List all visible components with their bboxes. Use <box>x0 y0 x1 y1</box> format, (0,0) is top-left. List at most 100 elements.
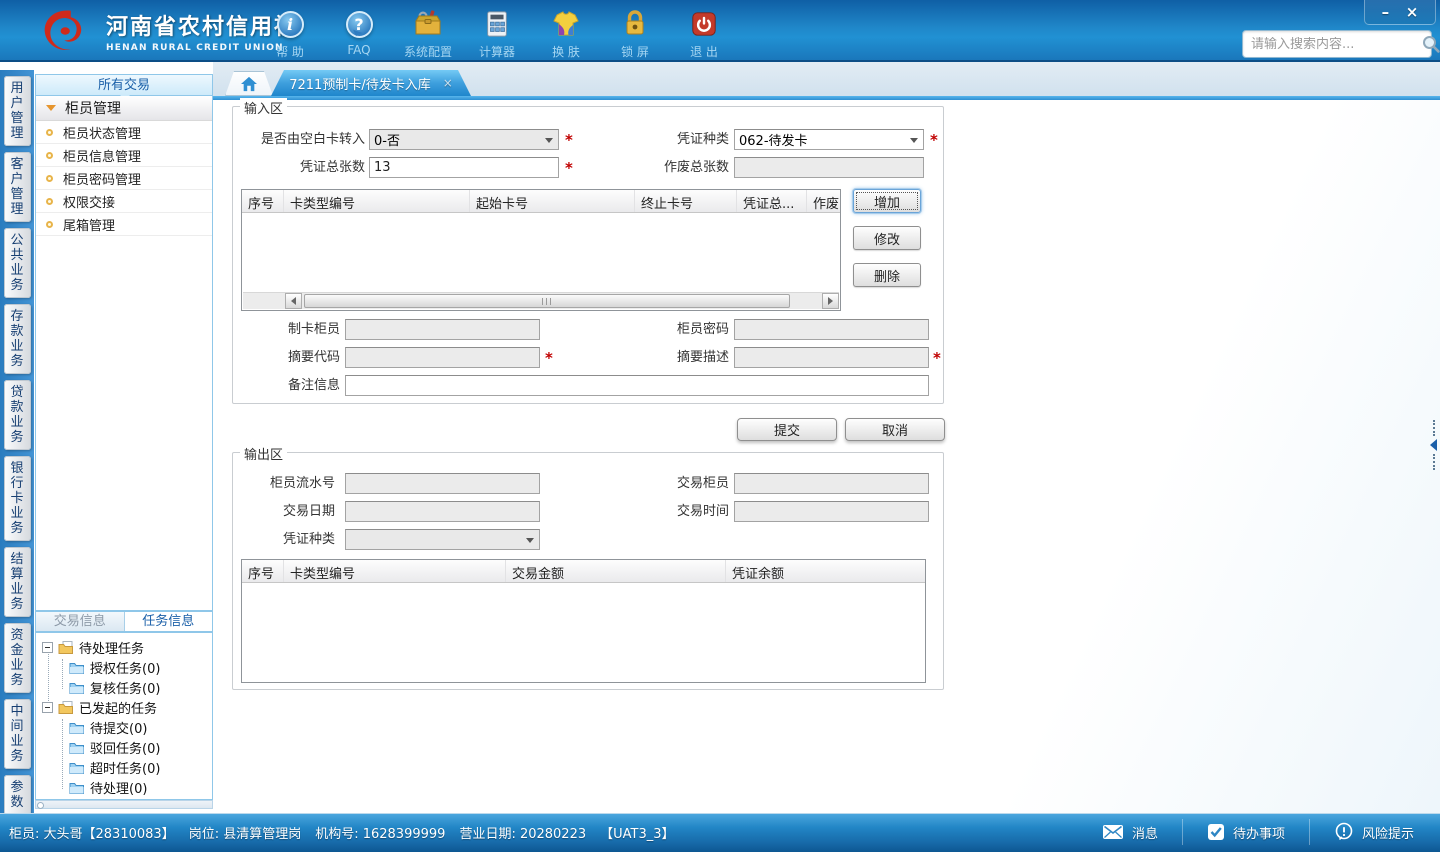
toolbar-lock-screen[interactable]: 锁 屏 <box>607 8 663 60</box>
blank-card-select: 0-否 <box>369 129 559 150</box>
nav-item-authority-handover[interactable]: 权限交接 <box>36 190 212 213</box>
tab-task-info[interactable]: 任务信息 <box>123 612 212 631</box>
task-item-timeout[interactable]: 超时任务(0) <box>36 757 212 777</box>
side-tab-customer-management[interactable]: 客户管理 <box>3 152 31 222</box>
tab-underline <box>213 96 1440 100</box>
close-button[interactable]: × <box>1406 4 1419 20</box>
header-toolbar: 帮 助 FAQ 系统配置 <box>262 8 732 60</box>
toolbar-exit[interactable]: 退 出 <box>676 8 732 60</box>
column-trade-amount[interactable]: 交易金额 <box>506 560 726 582</box>
column-serial[interactable]: 序号 <box>242 560 284 582</box>
task-item-rejected[interactable]: 驳回任务(0) <box>36 737 212 757</box>
submit-button[interactable]: 提交 <box>737 418 837 441</box>
window-controls: – × <box>1364 0 1436 25</box>
summary-code-label: 摘要代码 <box>287 350 340 365</box>
output-voucher-type-label: 凭证种类 <box>282 532 335 547</box>
side-tab-bankcard-business[interactable]: 银行卡业务 <box>3 456 31 541</box>
toolbar-calculator[interactable]: 计算器 <box>469 8 525 60</box>
side-tab-settlement-business[interactable]: 结算业务 <box>3 547 31 617</box>
task-item-to-submit[interactable]: 待提交(0) <box>36 717 212 737</box>
bottom-panel-tabs: 交易信息 任务信息 <box>35 611 213 632</box>
toolbar-faq[interactable]: FAQ <box>331 8 387 60</box>
tab-close-icon[interactable]: × <box>443 77 453 89</box>
chevron-down-icon <box>545 138 553 143</box>
risk-alert-button[interactable]: 风险提示 <box>1308 819 1438 845</box>
toolbar-help[interactable]: 帮 助 <box>262 8 318 60</box>
arrow-left-icon <box>291 297 296 305</box>
arrow-right-icon <box>828 297 833 305</box>
void-sheets-input <box>734 157 924 178</box>
task-item-review[interactable]: 复核任务(0) <box>36 677 212 697</box>
task-group-pending[interactable]: 待处理任务 <box>36 637 212 657</box>
toolbar-change-skin[interactable]: 换 肤 <box>538 8 594 60</box>
horizontal-scrollbar[interactable] <box>243 292 839 309</box>
bullet-icon <box>46 197 53 205</box>
output-section-legend: 输出区 <box>240 444 288 463</box>
scroll-left-button[interactable] <box>285 293 302 309</box>
voucher-type-label: 凭证种类 <box>676 132 729 147</box>
side-tab-user-management[interactable]: 用户管理 <box>3 76 31 146</box>
column-void[interactable]: 作废 <box>807 190 840 212</box>
task-item-to-process[interactable]: 待处理(0) <box>36 777 212 797</box>
tab-7211-precard-inbound[interactable]: 7211预制卡/待发卡入库 × <box>271 70 471 96</box>
nav-item-teller-password[interactable]: 柜员密码管理 <box>36 167 212 190</box>
side-tab-deposit-business[interactable]: 存款业务 <box>3 304 31 374</box>
summary-code-input <box>345 347 540 368</box>
search-icon[interactable] <box>1421 34 1440 54</box>
panel-scrollbar[interactable] <box>35 800 213 809</box>
column-start-card-no[interactable]: 起始卡号 <box>470 190 635 212</box>
side-tab-loan-business[interactable]: 贷款业务 <box>3 380 31 450</box>
trade-teller-label: 交易柜员 <box>676 476 729 491</box>
side-tab-public-business[interactable]: 公共业务 <box>3 228 31 298</box>
column-end-card-no[interactable]: 终止卡号 <box>635 190 737 212</box>
cancel-button[interactable]: 取消 <box>845 418 945 441</box>
teller-serial-label: 柜员流水号 <box>269 476 335 491</box>
all-transactions-tab[interactable]: 所有交易 <box>35 74 213 100</box>
side-tab-parameters[interactable]: 参数 <box>3 775 31 813</box>
messages-button[interactable]: 消息 <box>1078 819 1182 845</box>
task-tree: 待处理任务 授权任务(0) 复核任务(0) 已发起的任务 待提交(0) 驳回任务… <box>35 632 213 800</box>
search-input[interactable] <box>1251 36 1421 52</box>
home-tab[interactable] <box>225 71 273 96</box>
minimize-button[interactable]: – <box>1382 4 1390 20</box>
nav-group-teller-management[interactable]: 柜员管理 <box>36 96 212 121</box>
task-group-initiated[interactable]: 已发起的任务 <box>36 697 212 717</box>
void-sheets-label: 作废总张数 <box>663 160 729 175</box>
column-card-type[interactable]: 卡类型编号 <box>284 560 506 582</box>
teller-info: 柜员: 大头哥【28310083】 <box>9 827 175 842</box>
collapse-expander-icon[interactable] <box>42 701 53 713</box>
voucher-type-select[interactable]: 062-待发卡 <box>734 129 924 150</box>
nav-item-cashbox-management[interactable]: 尾箱管理 <box>36 213 212 236</box>
module-tab-strip: 用户管理 客户管理 公共业务 存款业务 贷款业务 银行卡业务 结算业务 资金业务… <box>0 70 34 813</box>
add-button[interactable]: 增加 <box>853 189 921 213</box>
trade-time-label: 交易时间 <box>676 504 729 519</box>
column-serial[interactable]: 序号 <box>242 190 284 212</box>
folder-icon <box>69 662 84 674</box>
column-card-type[interactable]: 卡类型编号 <box>284 190 470 212</box>
nav-item-teller-status[interactable]: 柜员状态管理 <box>36 121 212 144</box>
side-tab-funds-business[interactable]: 资金业务 <box>3 623 31 693</box>
column-voucher-balance[interactable]: 凭证余额 <box>726 560 924 582</box>
collapse-expander-icon[interactable] <box>42 641 53 653</box>
remark-input[interactable] <box>345 375 929 396</box>
scrollbar-thumb[interactable] <box>304 294 790 308</box>
tab-transaction-info[interactable]: 交易信息 <box>36 612 124 631</box>
modify-button[interactable]: 修改 <box>853 226 921 250</box>
panel-collapse-handle[interactable] <box>1427 414 1440 476</box>
folder-icon <box>69 682 84 694</box>
task-item-authorization[interactable]: 授权任务(0) <box>36 657 212 677</box>
total-sheets-input[interactable] <box>369 157 559 178</box>
status-bar: 柜员: 大头哥【28310083】 岗位: 县清算管理岗 机构号: 162839… <box>0 813 1440 852</box>
input-section: 输入区 是否由空白卡转入 0-否 * 凭证种类 062-待发卡 * 凭证总张数 … <box>232 98 944 404</box>
todo-button[interactable]: 待办事项 <box>1181 819 1309 845</box>
remark-label: 备注信息 <box>287 378 340 393</box>
column-voucher-total[interactable]: 凭证总... <box>737 190 807 212</box>
nav-item-teller-info[interactable]: 柜员信息管理 <box>36 144 212 167</box>
scroll-right-button[interactable] <box>822 293 839 309</box>
calculator-icon <box>469 8 525 40</box>
trade-teller-output <box>734 473 929 494</box>
delete-button[interactable]: 删除 <box>853 263 921 287</box>
trade-date-output <box>345 501 540 522</box>
toolbar-system-config[interactable]: 系统配置 <box>400 8 456 60</box>
side-tab-intermediate-business[interactable]: 中间业务 <box>3 699 31 769</box>
